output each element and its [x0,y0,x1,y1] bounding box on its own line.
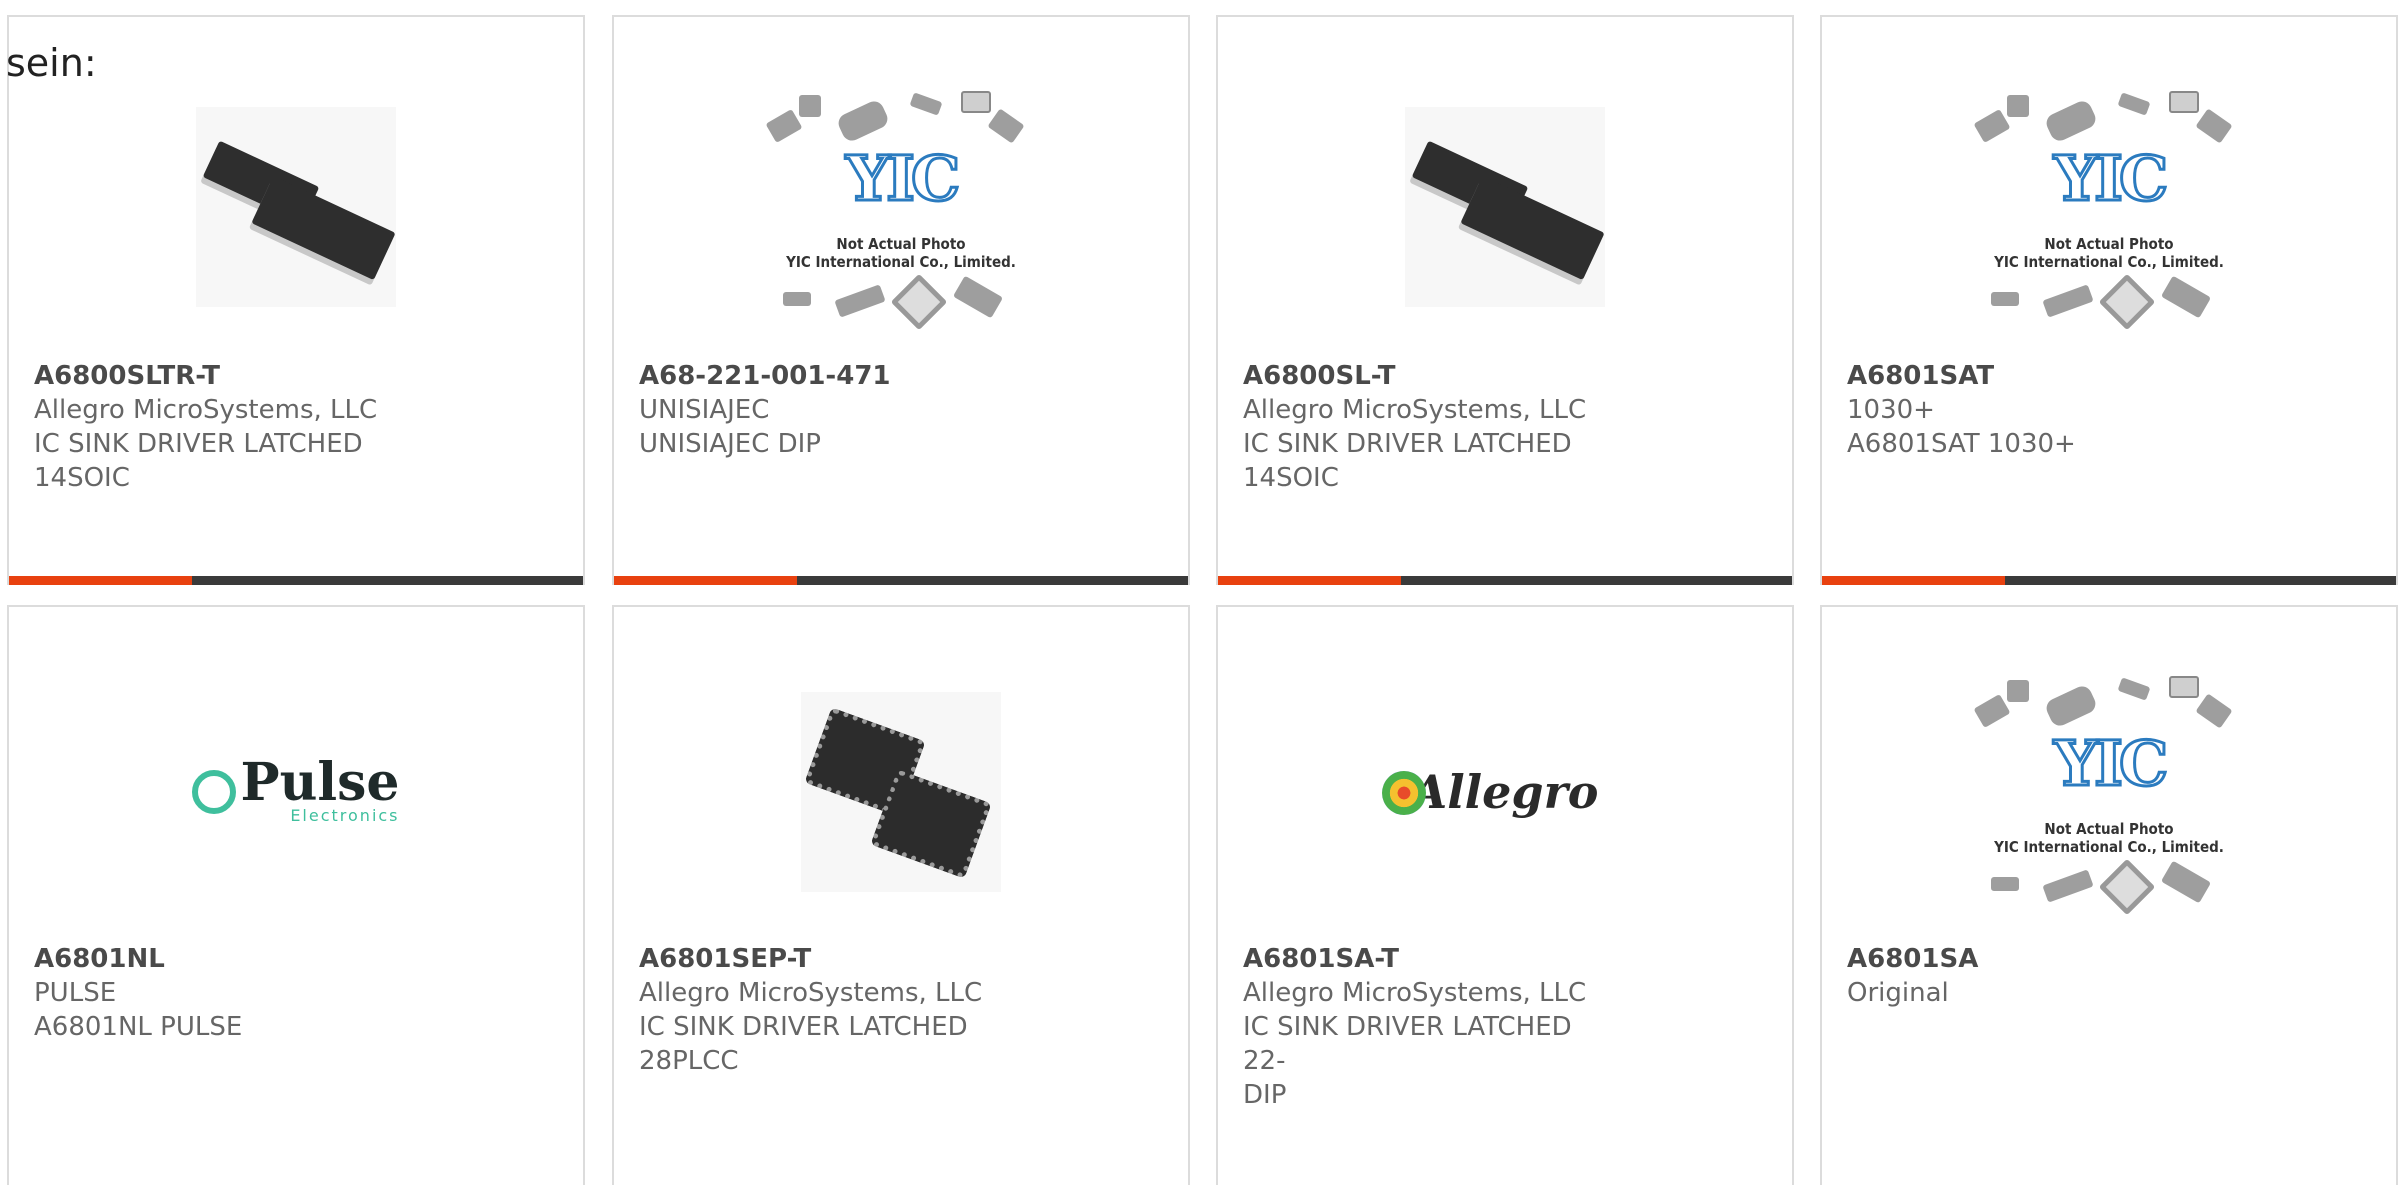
part-number-link[interactable]: A6801SA [1847,942,2207,976]
product-image-soic[interactable] [156,87,436,327]
image-caption: YIC International Co., Limited. [1994,253,2224,271]
part-number-link[interactable]: A6801NL [34,942,394,976]
description-cont: 28PLCC [639,1046,739,1076]
image-caption: YIC International Co., Limited. [1994,838,2224,856]
part-number-link[interactable]: A6800SL-T [1243,359,1603,393]
manufacturer: Allegro MicroSystems, LLC [639,978,983,1008]
description: UNISIAJEC DIP [639,429,821,459]
product-card[interactable]: A6801SEP-T Allegro MicroSystems, LLC IC … [612,605,1190,1185]
part-number-link[interactable]: A6801SAT [1847,359,2207,393]
pulse-logo: Pulse Electronics [192,751,400,825]
product-card[interactable]: A6800SL-T Allegro MicroSystems, LLC IC S… [1216,15,1794,585]
product-card[interactable]: YIC Not Actual Photo YIC International C… [1820,605,2398,1185]
manufacturer: Allegro MicroSystems, LLC [1243,395,1587,425]
part-number-link[interactable]: A6800SLTR-T [34,359,394,393]
product-image-yic-placeholder[interactable]: YIC Not Actual Photo YIC International C… [761,87,1041,331]
card-bottom-bar [614,576,1188,585]
manufacturer: 1030+ [1847,395,1935,425]
product-card[interactable]: YIC Not Actual Photo YIC International C… [1820,15,2398,585]
manufacturer: PULSE [34,978,117,1008]
product-image-allegro-logo[interactable]: Allegro [1365,672,1645,912]
product-image-yic-placeholder[interactable]: YIC Not Actual Photo YIC International C… [1969,87,2249,331]
description-cont: 14SOIC [34,463,130,493]
description: IC SINK DRIVER LATCHED 22- [1243,1012,1572,1076]
card-bottom-bar [9,576,583,585]
manufacturer: Allegro MicroSystems, LLC [1243,978,1587,1008]
intro-text: sein: [6,41,97,85]
part-number-link[interactable]: A6801SEP-T [639,942,999,976]
pulse-icon [192,770,237,814]
yic-logo: YIC [2052,141,2170,217]
description: A6801SAT 1030+ [1847,429,2076,459]
manufacturer: UNISIAJEC [639,395,770,425]
description: IC SINK DRIVER LATCHED [34,429,363,459]
product-card[interactable]: YIC Not Actual Photo YIC International C… [612,15,1190,585]
image-caption: YIC International Co., Limited. [786,253,1016,271]
part-number-link[interactable]: A68-221-001-471 [639,359,999,393]
product-image-yic-placeholder[interactable]: YIC Not Actual Photo YIC International C… [1969,672,2249,916]
card-bottom-bar [1218,576,1792,585]
product-card[interactable]: Pulse Electronics A6801NL PULSE A6801NL … [7,605,585,1185]
description: IC SINK DRIVER LATCHED [639,1012,968,1042]
allegro-dots-icon [1381,771,1426,815]
manufacturer: Original [1847,978,1949,1008]
image-caption: Not Actual Photo [2044,235,2174,253]
logo-word: Allegro [1411,765,1599,819]
image-caption: Not Actual Photo [2044,820,2174,838]
part-number-link[interactable]: A6801SA-T [1243,942,1603,976]
yic-logo: YIC [844,141,962,217]
yic-logo: YIC [2052,726,2170,802]
manufacturer: Allegro MicroSystems, LLC [34,395,378,425]
logo-word: Pulse [240,751,400,813]
product-card[interactable]: Allegro A6801SA-T Allegro MicroSystems, … [1216,605,1794,1185]
description: IC SINK DRIVER LATCHED [1243,429,1572,459]
allegro-logo: Allegro [1381,765,1599,819]
description-cont: 14SOIC [1243,463,1339,493]
product-image-pulse-logo[interactable]: Pulse Electronics [156,672,436,912]
product-image-plcc[interactable] [761,672,1041,912]
product-card[interactable]: A6800SLTR-T Allegro MicroSystems, LLC IC… [7,15,585,585]
image-caption: Not Actual Photo [836,235,966,253]
card-bottom-bar [1822,576,2396,585]
description-cont: DIP [1243,1080,1287,1110]
product-image-soic[interactable] [1365,87,1645,327]
description: A6801NL PULSE [34,1012,243,1042]
